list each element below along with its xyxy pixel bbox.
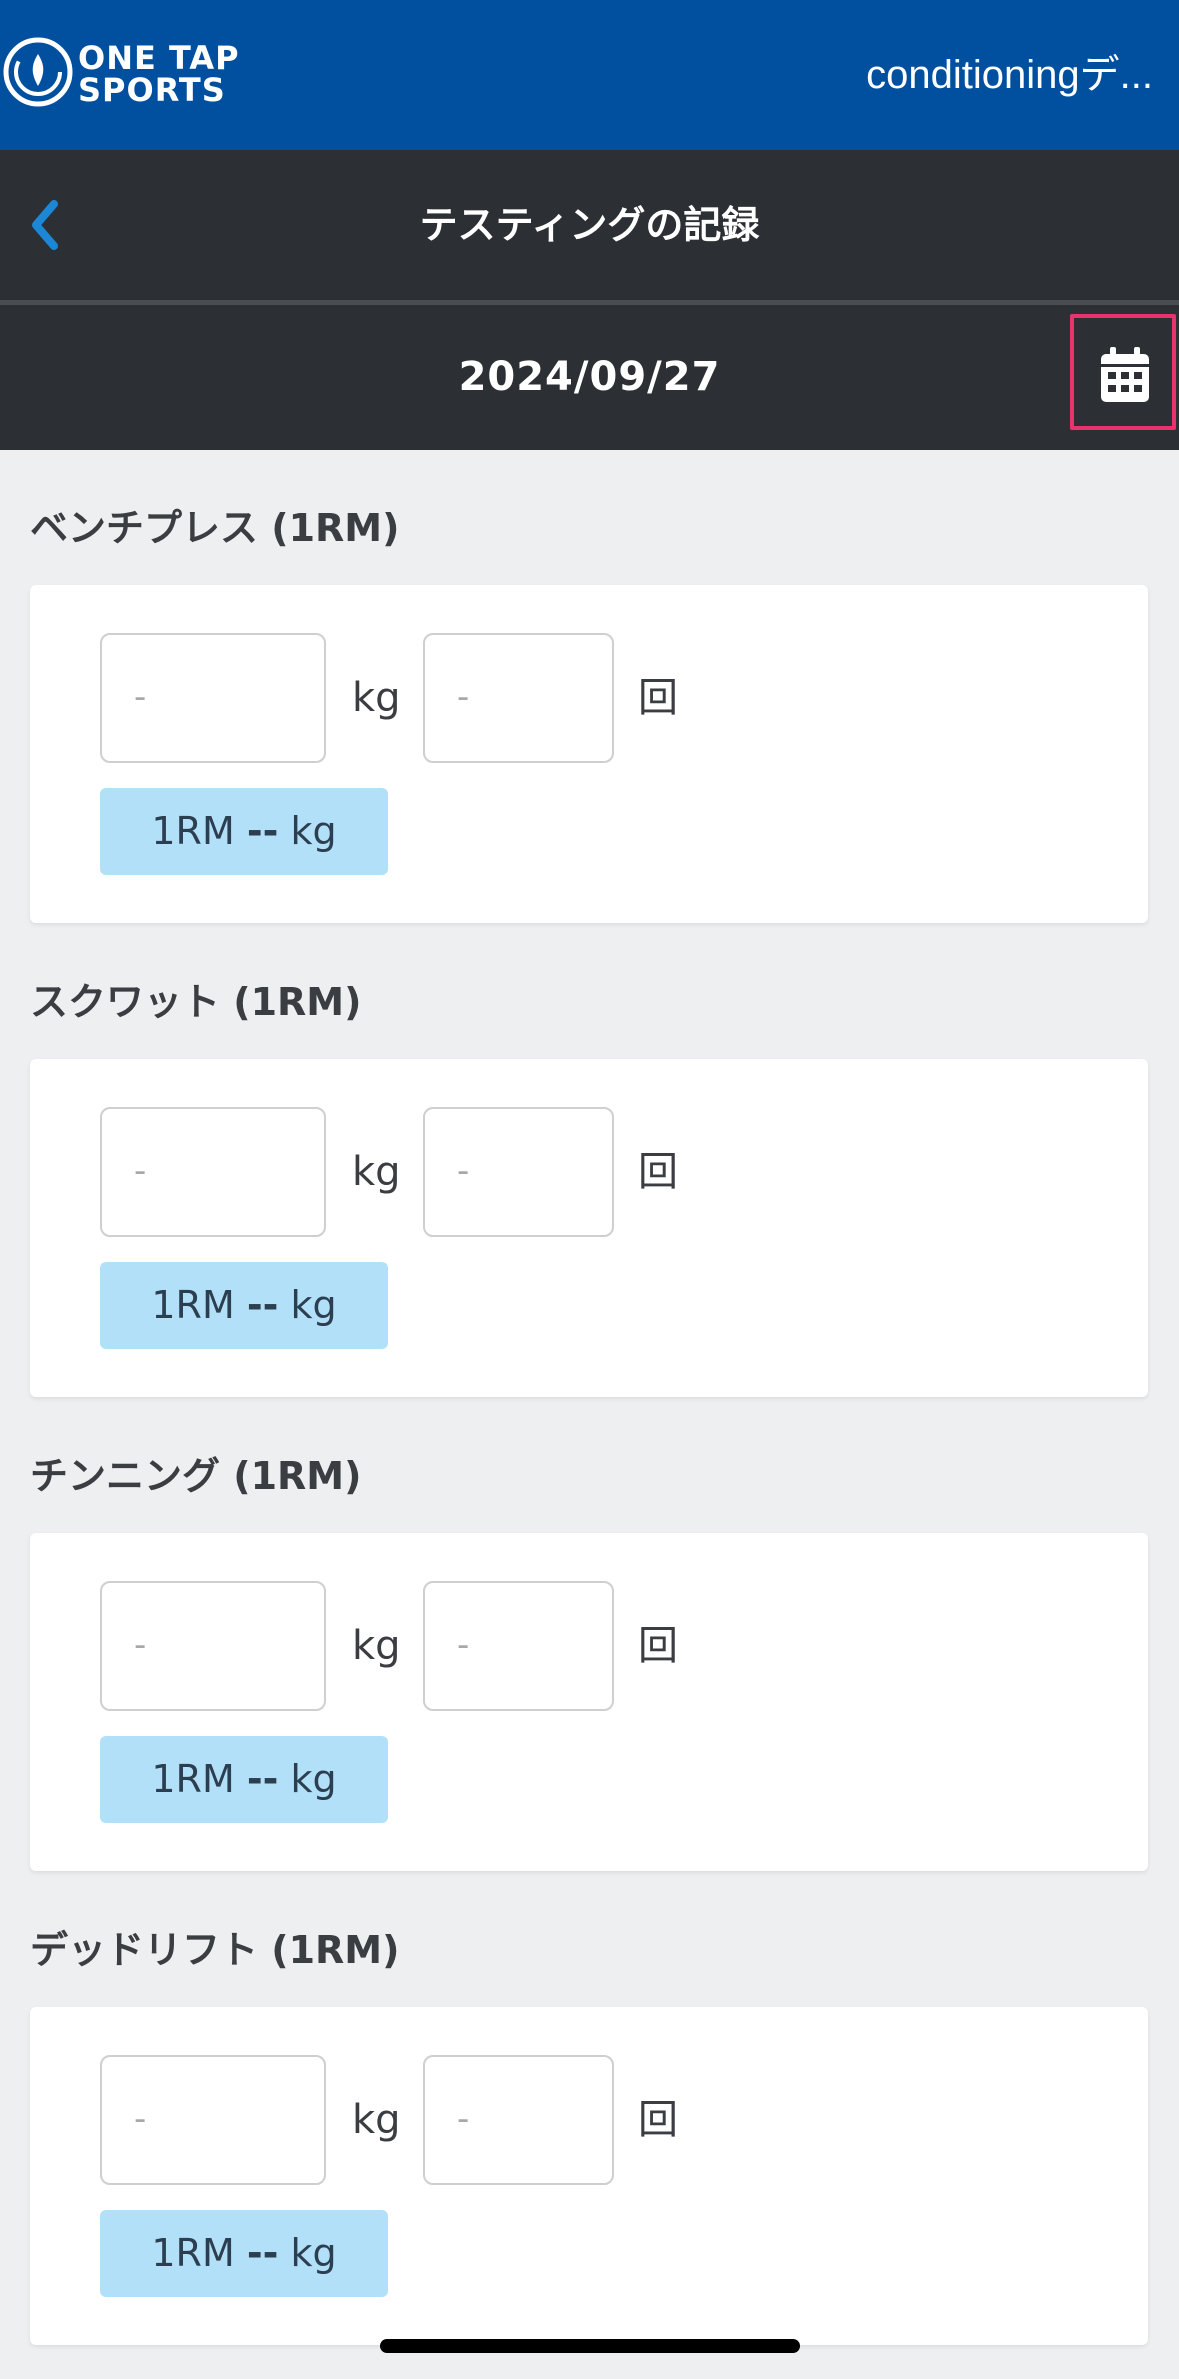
logo-mark-icon: [3, 37, 73, 107]
weight-input[interactable]: -: [100, 633, 326, 763]
weight-unit: kg: [352, 1149, 401, 1195]
weight-placeholder: -: [134, 1625, 147, 1665]
brand-bar: ONE TAP SPORTS conditioningデ...: [0, 0, 1179, 150]
one-rm-unit: kg: [290, 1283, 337, 1327]
reps-input[interactable]: -: [423, 1107, 614, 1237]
weight-input[interactable]: -: [100, 1581, 326, 1711]
weight-unit: kg: [352, 675, 401, 721]
reps-input[interactable]: -: [423, 633, 614, 763]
app-screen: ONE TAP SPORTS conditioningデ... テスティングの記…: [0, 0, 1179, 2379]
date-bar: 2024/09/27: [0, 305, 1179, 450]
exercise-card-bench-press: - kg - 回 1RM -- kg: [30, 585, 1148, 923]
one-rm-unit: kg: [290, 1757, 337, 1801]
exercise-card-deadlift: - kg - 回 1RM -- kg: [30, 2007, 1148, 2345]
one-rm-result: 1RM -- kg: [100, 2210, 388, 2297]
one-rm-unit: kg: [290, 809, 337, 853]
section-title-deadlift: デッドリフト (1RM): [30, 1928, 400, 1972]
selected-date[interactable]: 2024/09/27: [0, 350, 1179, 405]
one-rm-value: --: [246, 1757, 279, 1801]
page-header: テスティングの記録: [0, 150, 1179, 300]
reps-placeholder: -: [457, 2099, 470, 2139]
logo-wordmark: ONE TAP SPORTS: [78, 42, 240, 106]
weight-placeholder: -: [134, 2099, 147, 2139]
home-indicator[interactable]: [380, 2339, 800, 2353]
one-rm-value: --: [246, 1283, 279, 1327]
one-rm-result: 1RM -- kg: [100, 1262, 388, 1349]
one-rm-prefix: 1RM: [151, 1757, 235, 1801]
section-title-bench-press: ベンチプレス (1RM): [30, 506, 400, 550]
app-logo: ONE TAP SPORTS: [2, 36, 262, 116]
calendar-button[interactable]: [1070, 314, 1176, 430]
exercise-card-squat: - kg - 回 1RM -- kg: [30, 1059, 1148, 1397]
reps-unit: 回: [638, 2097, 678, 2143]
one-rm-prefix: 1RM: [151, 809, 235, 853]
one-rm-value: --: [246, 809, 279, 853]
reps-input[interactable]: -: [423, 2055, 614, 2185]
reps-unit: 回: [638, 1149, 678, 1195]
one-rm-prefix: 1RM: [151, 2231, 235, 2275]
reps-placeholder: -: [457, 1625, 470, 1665]
exercise-card-chinning: - kg - 回 1RM -- kg: [30, 1533, 1148, 1871]
one-rm-unit: kg: [290, 2231, 337, 2275]
reps-placeholder: -: [457, 677, 470, 717]
section-title-chinning: チンニング (1RM): [30, 1454, 362, 1498]
weight-input[interactable]: -: [100, 1107, 326, 1237]
reps-unit: 回: [638, 675, 678, 721]
weight-unit: kg: [352, 2097, 401, 2143]
reps-input[interactable]: -: [423, 1581, 614, 1711]
weight-placeholder: -: [134, 1151, 147, 1191]
page-title: テスティングの記録: [419, 203, 760, 247]
workspace-name[interactable]: conditioningデ...: [793, 45, 1153, 105]
logo-text-line1: ONE TAP: [78, 39, 240, 77]
reps-unit: 回: [638, 1623, 678, 1669]
reps-placeholder: -: [457, 1151, 470, 1191]
one-rm-result: 1RM -- kg: [100, 788, 388, 875]
one-rm-value: --: [246, 2231, 279, 2275]
weight-unit: kg: [352, 1623, 401, 1669]
weight-input[interactable]: -: [100, 2055, 326, 2185]
one-rm-prefix: 1RM: [151, 1283, 235, 1327]
weight-placeholder: -: [134, 677, 147, 717]
calendar-icon: [1101, 347, 1149, 402]
logo-text-line2: SPORTS: [78, 71, 226, 109]
one-rm-result: 1RM -- kg: [100, 1736, 388, 1823]
section-title-squat: スクワット (1RM): [30, 980, 362, 1024]
